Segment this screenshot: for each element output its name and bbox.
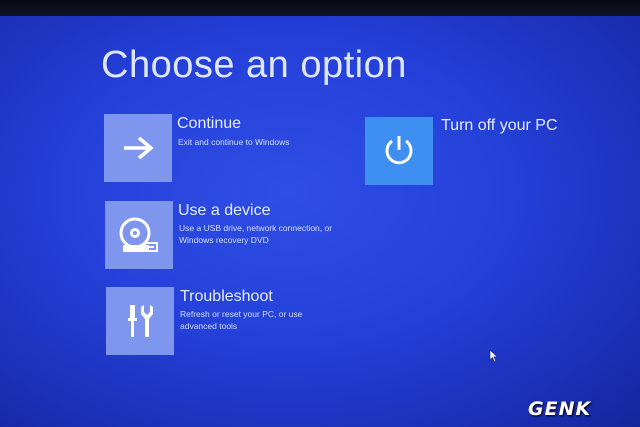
option-troubleshoot[interactable]: Troubleshoot Refresh or reset your PC, o… xyxy=(106,287,336,357)
continue-tile[interactable] xyxy=(104,114,172,182)
option-continue[interactable]: Continue Exit and continue to Windows xyxy=(104,114,314,184)
use-a-device-tile[interactable] xyxy=(105,201,173,269)
option-description: Refresh or reset your PC, or use advance… xyxy=(180,309,303,331)
power-icon xyxy=(385,136,413,165)
page-title: Choose an option xyxy=(101,44,407,86)
troubleshoot-tile[interactable] xyxy=(106,287,174,355)
option-title: Continue xyxy=(177,115,242,132)
option-description: Use a USB drive, network connection, or … xyxy=(179,223,333,245)
recovery-screen: Choose an option Continue Exit and conti… xyxy=(0,0,640,427)
option-use-a-device[interactable]: Use a device Use a USB drive, network co… xyxy=(105,201,345,271)
option-description: Exit and continue to Windows xyxy=(178,137,290,147)
disc-drive-icon xyxy=(119,217,158,252)
turn-off-tile[interactable] xyxy=(365,117,433,185)
watermark-logo: GENK xyxy=(528,398,592,420)
option-title: Turn off your PC xyxy=(441,117,558,134)
mouse-cursor-icon xyxy=(489,349,499,363)
option-title: Troubleshoot xyxy=(180,288,273,305)
option-title: Use a device xyxy=(178,202,271,219)
option-turn-off[interactable]: Turn off your PC xyxy=(365,117,565,187)
tools-icon xyxy=(128,305,153,337)
monitor-bezel xyxy=(0,0,640,16)
arrow-right-icon xyxy=(124,136,154,160)
